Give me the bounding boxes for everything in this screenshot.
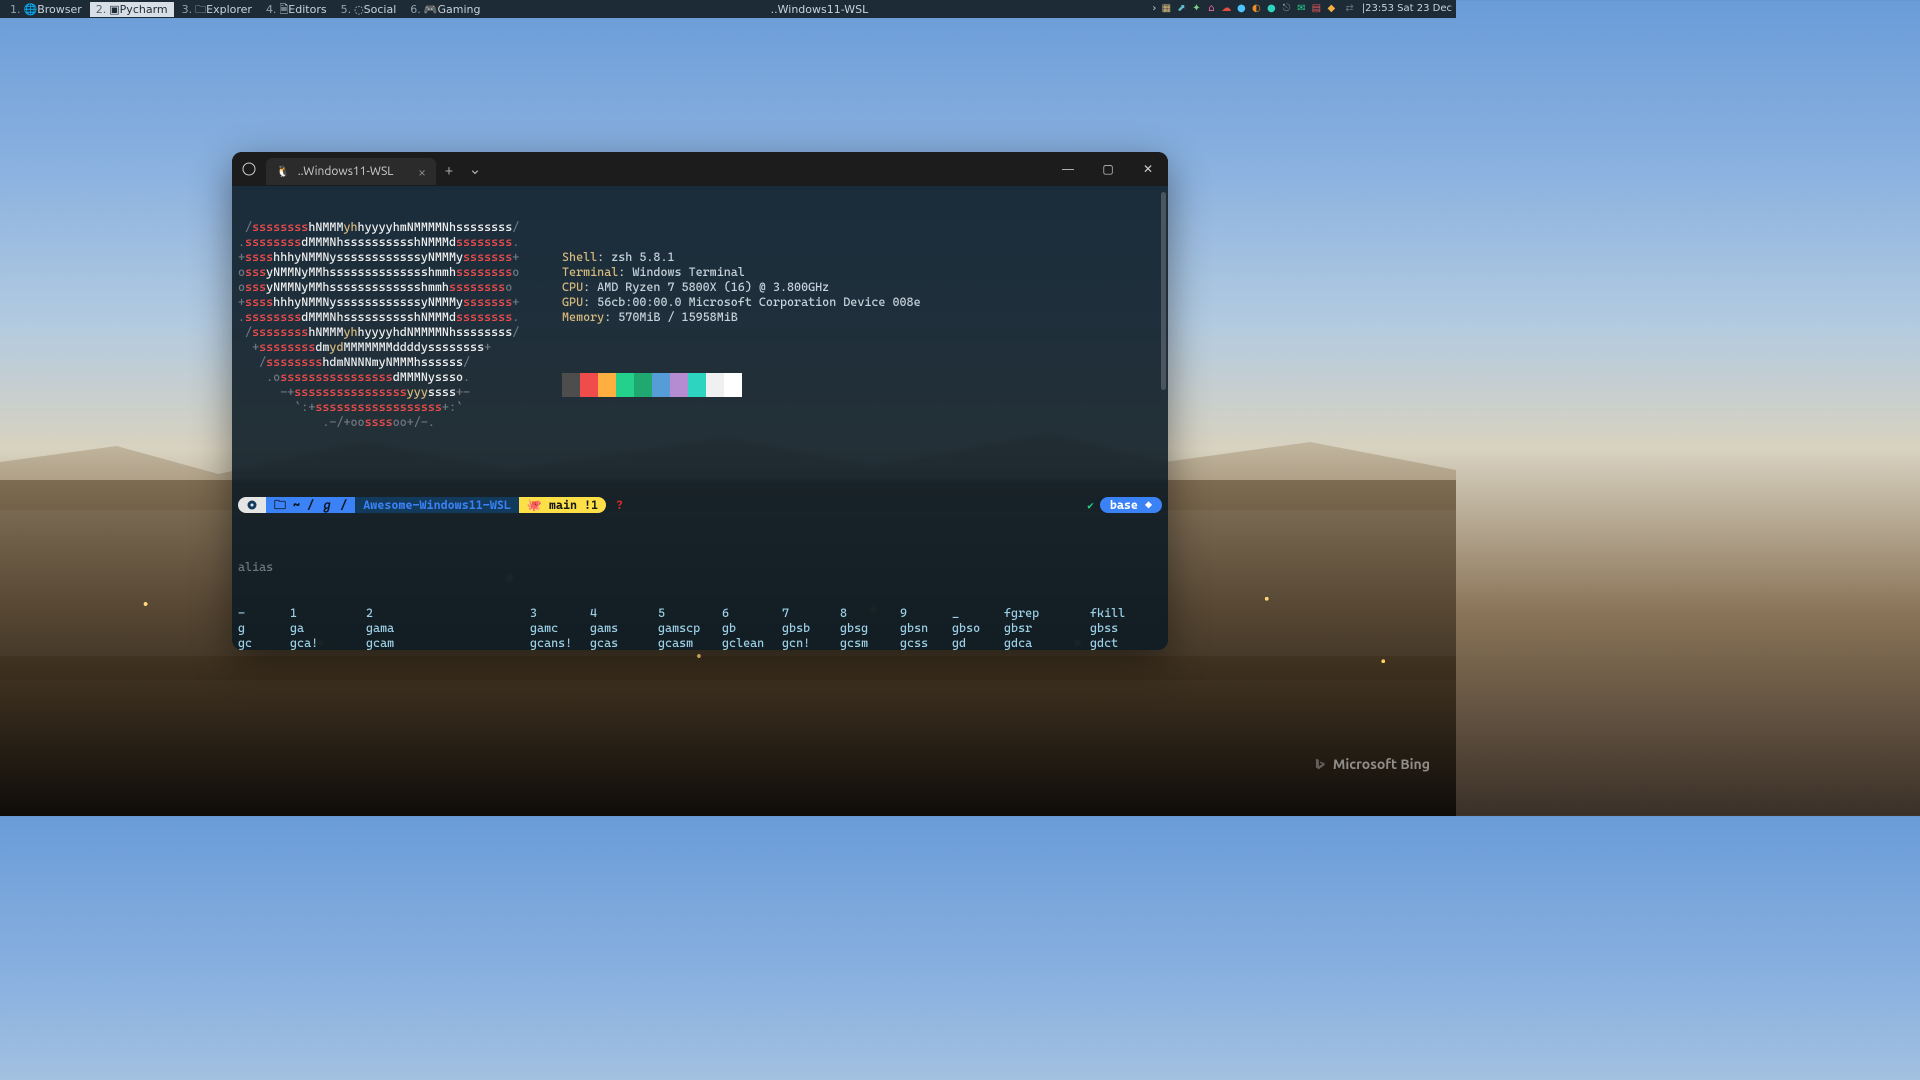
alias-grid: -123456789_fgrepfkill ggagamagamcgamsgams… bbox=[238, 606, 1162, 650]
minimize-button[interactable]: — bbox=[1048, 152, 1088, 186]
terminal-window: 🐧 ..Windows11-WSL × + ⌄ — ▢ ✕ /ssssssssh… bbox=[232, 152, 1168, 650]
workspace-browser[interactable]: 1.🌐Browser bbox=[4, 2, 88, 17]
alias-cell: gclean bbox=[722, 636, 782, 650]
alias-cell: gamscp bbox=[658, 621, 722, 636]
conda-env: base ◆ bbox=[1100, 497, 1162, 513]
alias-cell: 2 bbox=[366, 606, 530, 621]
alias-cell: 7 bbox=[782, 606, 840, 621]
alias-cell: gcsm bbox=[840, 636, 900, 650]
alias-command: alias bbox=[238, 560, 1162, 575]
workspace-gaming[interactable]: 6.🎮Gaming bbox=[404, 2, 486, 17]
alias-cell: 4 bbox=[590, 606, 658, 621]
scrollbar[interactable] bbox=[1161, 192, 1166, 642]
taskbar: 1.🌐Browser2.▣Pycharm3.🗀Explorer4.🗎Editor… bbox=[0, 0, 1456, 18]
alias-cell: gama bbox=[366, 621, 530, 636]
alias-cell: gbso bbox=[952, 621, 1004, 636]
workspace-pycharm[interactable]: 2.▣Pycharm bbox=[90, 2, 174, 17]
prompt-branch: 🐙 main !1 bbox=[519, 497, 606, 513]
alias-cell: gd bbox=[952, 636, 1004, 650]
tab-wsl[interactable]: 🐧 ..Windows11-WSL × bbox=[266, 158, 436, 185]
color-swatches bbox=[562, 373, 921, 397]
alias-cell: _ bbox=[952, 606, 1004, 621]
tab-dropdown-button[interactable]: ⌄ bbox=[462, 160, 488, 178]
prompt: 🗀 ~ / ℊ / Awesome-Windows11-WSL 🐙 main !… bbox=[238, 497, 1162, 513]
alias-cell: fkill bbox=[1090, 606, 1138, 621]
close-button[interactable]: ✕ bbox=[1128, 152, 1168, 186]
alias-cell: 1 bbox=[290, 606, 366, 621]
alias-cell: gcss bbox=[900, 636, 952, 650]
alias-cell: gbsg bbox=[840, 621, 900, 636]
alias-cell: 9 bbox=[900, 606, 952, 621]
alias-cell: fgrep bbox=[1004, 606, 1090, 621]
tux-icon: 🐧 bbox=[276, 165, 290, 178]
alias-cell: gbsr bbox=[1004, 621, 1090, 636]
alias-cell: gamc bbox=[530, 621, 590, 636]
prompt-path-prefix: 🗀 ~ / ℊ / bbox=[266, 497, 355, 513]
alias-cell: gbss bbox=[1090, 621, 1138, 636]
workspace-social[interactable]: 5.◌Social bbox=[335, 2, 403, 17]
system-info: Shell: zsh 5.8.1Terminal: Windows Termin… bbox=[562, 220, 921, 430]
alias-cell: gdct bbox=[1090, 636, 1138, 650]
alias-cell: gams bbox=[590, 621, 658, 636]
alias-cell: gcasm bbox=[658, 636, 722, 650]
alias-cell: 8 bbox=[840, 606, 900, 621]
window-menu-icon[interactable] bbox=[232, 152, 266, 186]
neofetch-logo: /sssssssshNMMMyhhyyyyhmNMMMMNhssssssss/.… bbox=[238, 220, 538, 430]
titlebar[interactable]: 🐧 ..Windows11-WSL × + ⌄ — ▢ ✕ bbox=[232, 152, 1168, 186]
workspace-editors[interactable]: 4.🗎Editors bbox=[260, 2, 333, 17]
new-tab-button[interactable]: + bbox=[436, 161, 462, 178]
alias-cell: 6 bbox=[722, 606, 782, 621]
tab-title: ..Windows11-WSL bbox=[298, 165, 394, 178]
system-tray: › ▦⬈ ✦⌂ ☁● ◐● ⎋✉ ▤◆ ⇄ |23:53 Sat 23 Dec bbox=[1152, 4, 1452, 14]
alias-cell: gbsn bbox=[900, 621, 952, 636]
prompt-question-icon: ? bbox=[606, 497, 631, 513]
prompt-os-icon bbox=[238, 497, 266, 513]
tray-separator: ⇄ bbox=[1345, 4, 1353, 14]
prompt-path: Awesome-Windows11-WSL bbox=[355, 497, 519, 513]
alias-cell: gcas bbox=[590, 636, 658, 650]
alias-cell: gc bbox=[238, 636, 290, 650]
taskbar-title: ..Windows11-WSL bbox=[486, 4, 1152, 15]
alias-cell: gcam bbox=[366, 636, 530, 650]
bing-watermark: Microsoft Bing bbox=[1313, 756, 1430, 772]
alias-cell: gbsb bbox=[782, 621, 840, 636]
alias-cell: gdca bbox=[1004, 636, 1090, 650]
status-ok-icon: ✔ bbox=[1087, 498, 1094, 513]
maximize-button[interactable]: ▢ bbox=[1088, 152, 1128, 186]
workspace-explorer[interactable]: 3.🗀Explorer bbox=[176, 2, 258, 17]
alias-cell: 5 bbox=[658, 606, 722, 621]
alias-cell: ga bbox=[290, 621, 366, 636]
alias-cell: gcans! bbox=[530, 636, 590, 650]
terminal-body[interactable]: /sssssssshNMMMyhhyyyyhmNMMMMNhssssssss/.… bbox=[232, 186, 1168, 650]
alias-cell: 3 bbox=[530, 606, 590, 621]
alias-cell: gca! bbox=[290, 636, 366, 650]
clock: |23:53 Sat 23 Dec bbox=[1362, 4, 1452, 14]
alias-cell: g bbox=[238, 621, 290, 636]
close-tab-icon[interactable]: × bbox=[418, 164, 426, 180]
alias-cell: gcn! bbox=[782, 636, 840, 650]
alias-cell: gb bbox=[722, 621, 782, 636]
alias-cell: - bbox=[238, 606, 290, 621]
